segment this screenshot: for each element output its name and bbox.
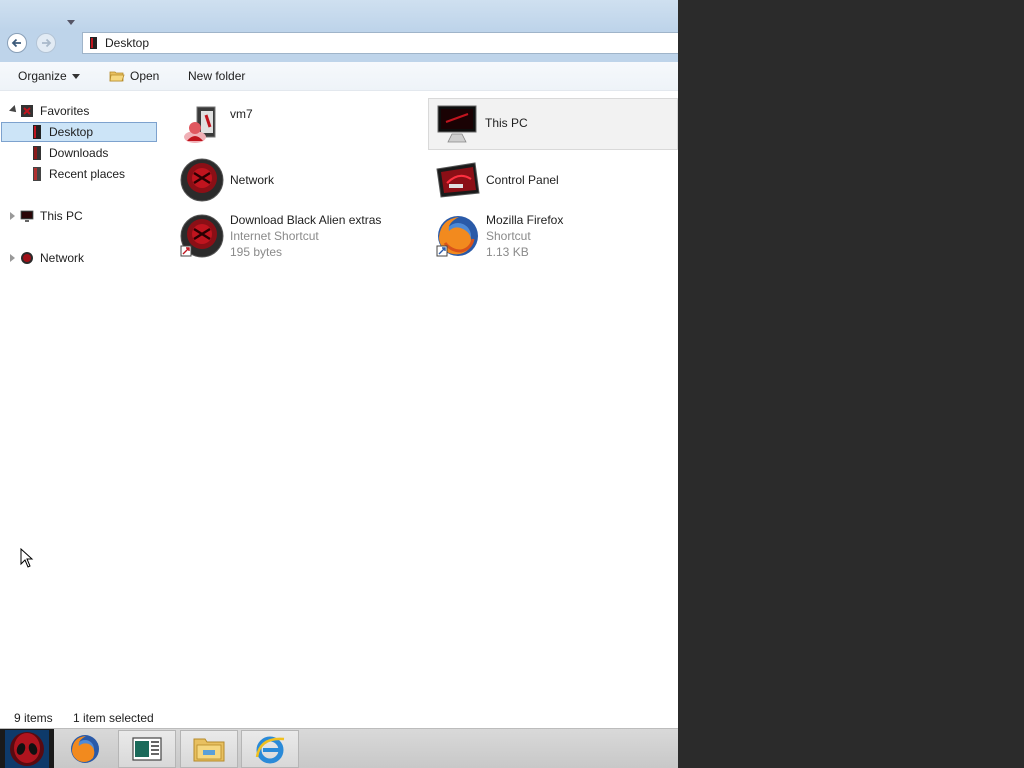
desktop-icon	[33, 125, 41, 139]
desktop-icon	[90, 37, 97, 49]
file-item-selected[interactable]: This PC	[428, 98, 678, 150]
taskbar-firefox-button[interactable]	[56, 730, 114, 768]
nav-downloads-label: Downloads	[49, 146, 109, 160]
chevron-down-icon	[71, 73, 80, 79]
open-button[interactable]: Open	[109, 69, 159, 83]
address-location: Desktop	[105, 36, 150, 50]
favorites-expander-icon[interactable]	[9, 105, 19, 115]
file-item[interactable]: Mozilla Firefox Shortcut 1.13 KB	[430, 212, 678, 268]
file-type: Internet Shortcut	[230, 229, 319, 243]
command-bar: Organize Open New folder	[0, 62, 678, 91]
forward-arrow-icon	[42, 38, 52, 48]
nav-downloads[interactable]: Downloads	[31, 143, 108, 163]
nav-favorites-label: Favorites	[40, 104, 90, 118]
file-size: 1.13 KB	[486, 245, 529, 259]
file-type: Shortcut	[486, 229, 531, 243]
internet-shortcut-icon	[178, 212, 226, 260]
taskbar-internet-explorer-button[interactable]	[241, 730, 299, 768]
taskbar-file-explorer-button[interactable]	[180, 730, 238, 768]
nav-network-label: Network	[40, 251, 85, 265]
back-button[interactable]	[7, 33, 27, 53]
computer-icon	[20, 210, 34, 222]
file-size: 195 bytes	[230, 245, 283, 259]
start-button[interactable]	[0, 729, 54, 768]
mouse-pointer-icon	[20, 547, 34, 571]
file-name: This PC	[485, 116, 528, 130]
file-list: vm7 This PC Network Control Panel Downlo…	[160, 92, 678, 707]
file-item[interactable]: vm7	[174, 100, 422, 152]
quick-access-dropdown-icon[interactable]	[67, 20, 75, 25]
firefox-icon	[434, 212, 482, 260]
nav-recent-places[interactable]: Recent places	[31, 164, 125, 184]
file-name: Mozilla Firefox	[486, 213, 564, 227]
nav-desktop[interactable]: Desktop	[1, 122, 157, 142]
downloads-icon	[33, 146, 41, 160]
nav-network[interactable]: Network	[20, 248, 84, 268]
forward-button[interactable]	[36, 33, 56, 53]
status-bar: 9 items 1 item selected	[0, 707, 678, 728]
network-icon	[178, 156, 226, 204]
file-name: vm7	[230, 107, 253, 121]
desktop-background	[678, 0, 1024, 768]
organize-label: Organize	[18, 69, 67, 83]
internet-explorer-icon	[255, 736, 285, 764]
file-item[interactable]: Download Black Alien extras Internet Sho…	[174, 212, 422, 268]
explorer-window: Desktop Organize Open New folder Favorit…	[0, 0, 678, 768]
taskbar	[0, 728, 678, 768]
selection-status: 1 item selected	[73, 710, 154, 725]
file-item[interactable]: Network	[174, 156, 422, 208]
file-name: Network	[230, 173, 275, 187]
file-name: Control Panel	[486, 173, 559, 187]
nav-this-pc-label: This PC	[40, 209, 83, 223]
file-name: Download Black Alien extras	[230, 213, 382, 227]
organize-button[interactable]: Organize	[18, 69, 80, 83]
file-explorer-icon	[193, 738, 225, 762]
document-viewer-icon	[132, 737, 162, 761]
nav-desktop-label: Desktop	[49, 125, 94, 139]
open-folder-icon	[109, 71, 125, 82]
network-icon	[21, 252, 33, 264]
nav-recent-places-label: Recent places	[49, 167, 126, 181]
control-panel-icon	[434, 156, 482, 204]
open-label: Open	[130, 69, 160, 83]
taskbar-document-button[interactable]	[118, 730, 176, 768]
file-item[interactable]: Control Panel	[430, 156, 678, 208]
this-pc-expander-icon[interactable]	[10, 212, 15, 220]
address-row: Desktop	[0, 30, 678, 62]
network-expander-icon[interactable]	[10, 254, 15, 262]
recent-places-icon	[33, 167, 41, 181]
title-bar[interactable]	[0, 0, 678, 30]
firefox-icon	[71, 735, 99, 763]
new-folder-label: New folder	[188, 69, 246, 83]
nav-favorites[interactable]: Favorites	[20, 101, 89, 121]
item-count: 9 items	[14, 710, 53, 725]
computer-icon	[433, 99, 481, 147]
favorites-icon	[21, 105, 33, 117]
user-folder-icon	[178, 100, 226, 148]
back-arrow-icon	[11, 38, 21, 48]
navigation-pane: Favorites Desktop Downloads Recent place…	[0, 92, 158, 707]
start-alien-icon	[5, 730, 49, 768]
new-folder-button[interactable]: New folder	[188, 69, 245, 83]
nav-this-pc[interactable]: This PC	[20, 206, 83, 226]
address-bar[interactable]: Desktop	[82, 32, 678, 54]
